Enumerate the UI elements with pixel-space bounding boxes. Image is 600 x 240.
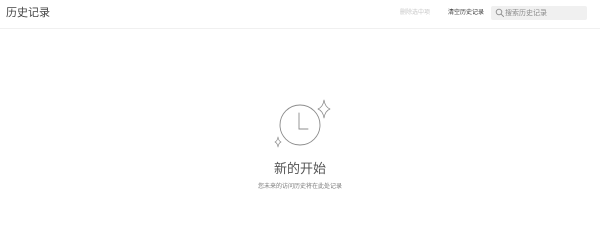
clock-sparkle-icon [274, 99, 331, 148]
search-box[interactable] [491, 6, 587, 20]
top-bar: 历史记录 删除选中项 清空历史记录 [0, 0, 600, 29]
empty-state-subtitle: 您未来的访问历史将在此处记录 [257, 183, 342, 190]
page-title: 历史记录 [6, 6, 50, 19]
empty-state-title: 新的开始 [273, 162, 326, 177]
clear-history-button[interactable]: 清空历史记录 [448, 8, 484, 18]
delete-selected-button[interactable]: 删除选中项 [400, 8, 430, 18]
search-input[interactable] [505, 6, 583, 20]
search-icon [495, 8, 505, 18]
